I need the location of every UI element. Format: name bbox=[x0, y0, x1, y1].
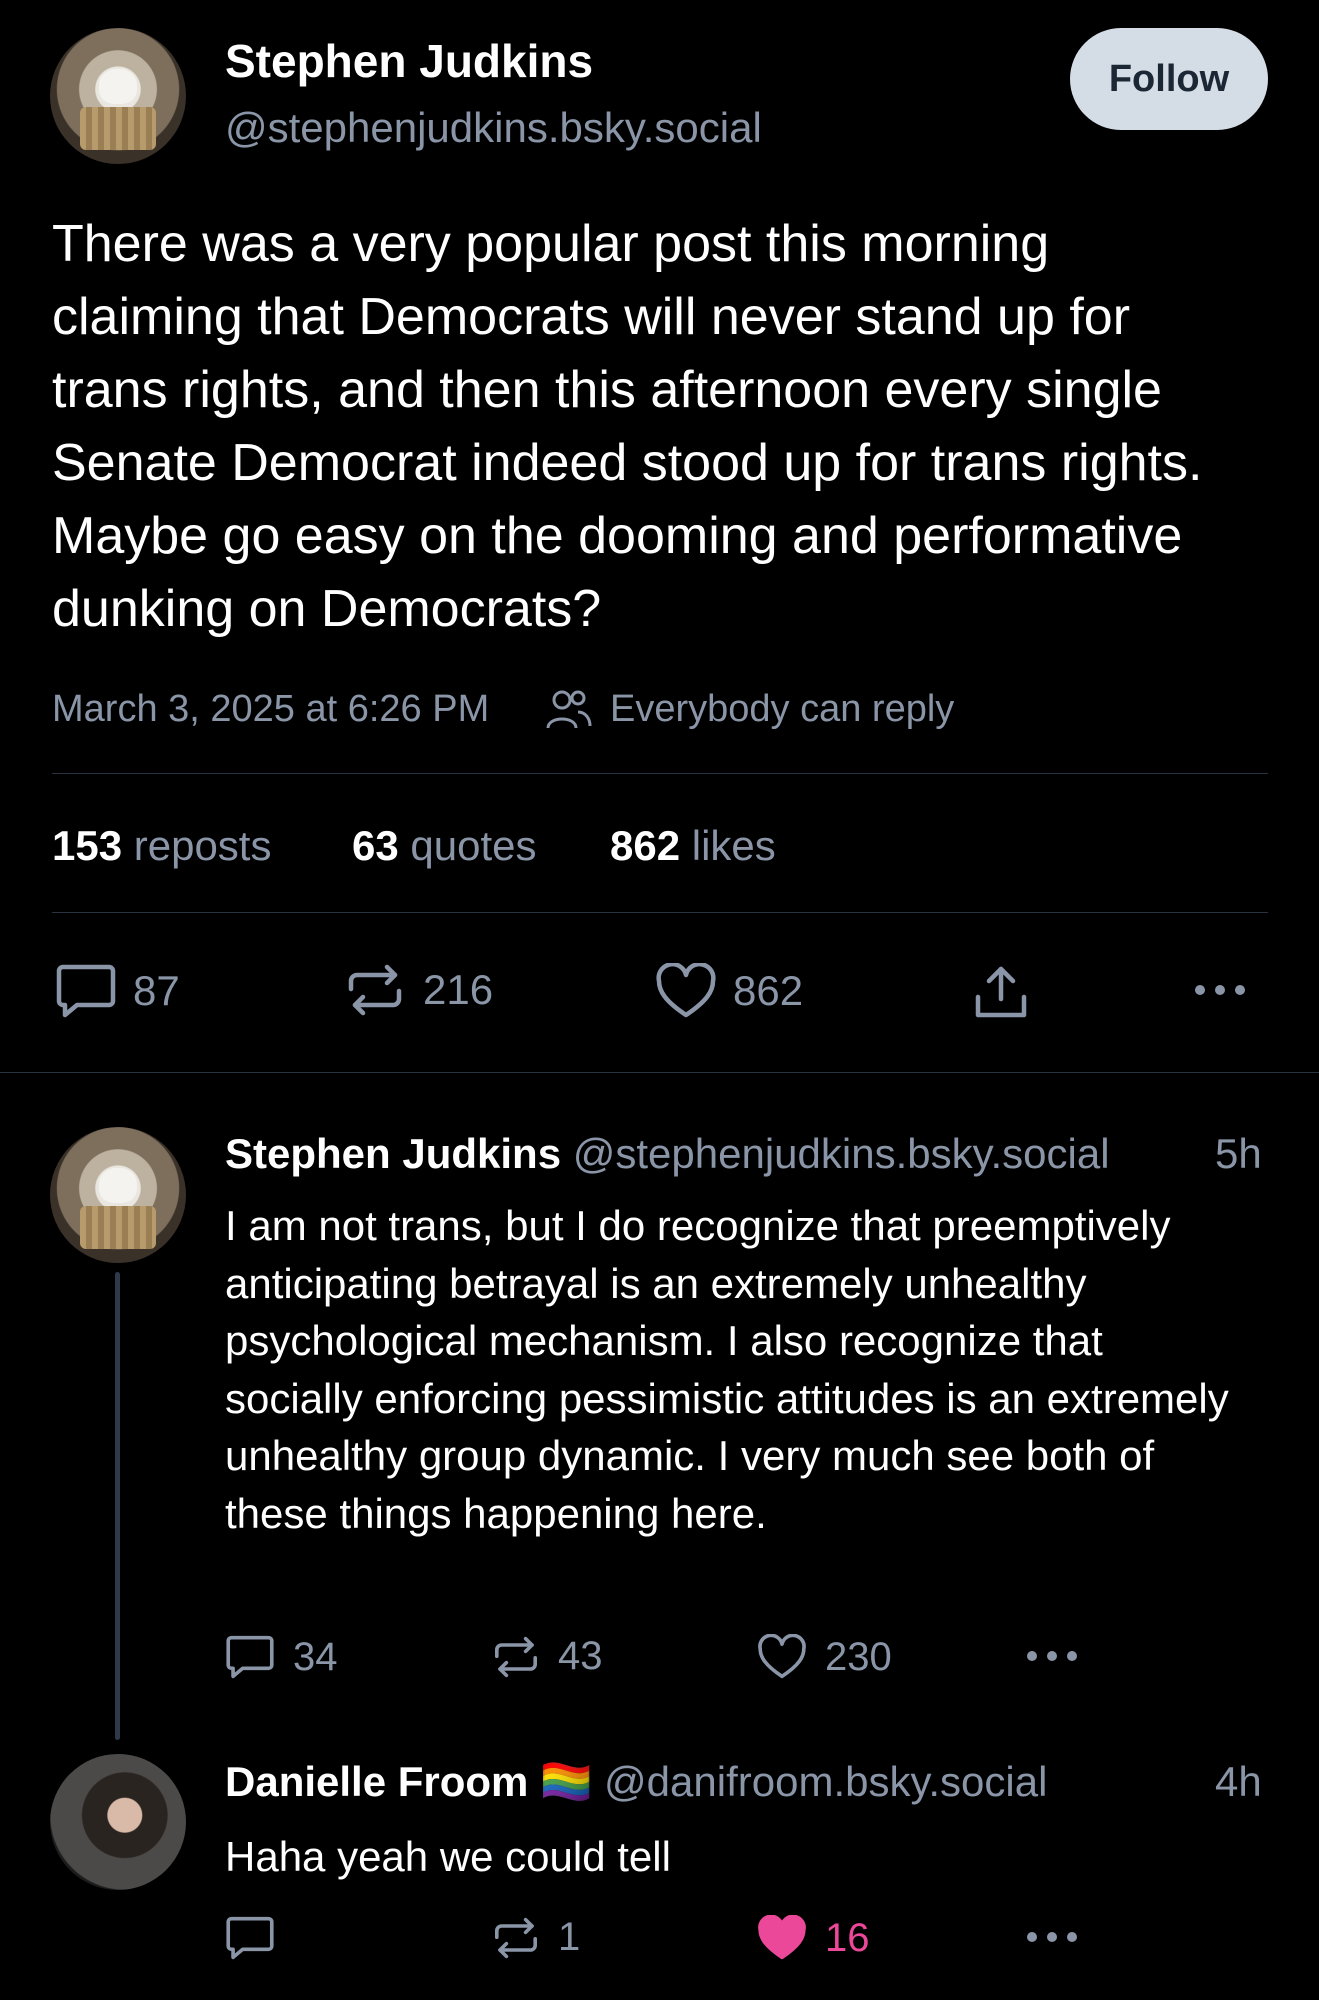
repost-button[interactable]: 216 bbox=[345, 963, 493, 1017]
pride-flag-icon: 🏳️‍🌈 bbox=[540, 1758, 593, 1805]
reply-avatar[interactable] bbox=[50, 1127, 186, 1263]
thread-line bbox=[115, 1272, 120, 1740]
reply-count: 87 bbox=[133, 967, 180, 1014]
reposts-stat-label: reposts bbox=[133, 822, 272, 869]
reply-avatar[interactable] bbox=[50, 1754, 186, 1890]
repost-icon bbox=[345, 963, 405, 1017]
reply-like-count: 16 bbox=[825, 1915, 870, 1960]
section-divider bbox=[0, 1072, 1319, 1073]
likes-stat-count: 862 bbox=[610, 822, 681, 869]
reply-header: Stephen Judkins @stephenjudkins.bsky.soc… bbox=[225, 1130, 1110, 1178]
likes-stat[interactable]: 862 likes bbox=[610, 822, 776, 870]
reply-author-name[interactable]: Danielle Froom bbox=[225, 1758, 528, 1805]
reply-text: I am not trans, but I do recognize that … bbox=[225, 1202, 1229, 1537]
reply-reply-count: 34 bbox=[293, 1634, 338, 1679]
author-avatar[interactable] bbox=[50, 28, 186, 164]
heart-icon bbox=[655, 963, 717, 1019]
heart-filled-icon bbox=[757, 1915, 807, 1961]
reply-like-button[interactable]: 230 bbox=[757, 1634, 892, 1680]
reply-header: Danielle Froom 🏳️‍🌈 @danifroom.bsky.soci… bbox=[225, 1758, 1047, 1807]
reply-like-button[interactable]: 16 bbox=[757, 1915, 870, 1961]
reposts-stat[interactable]: 153 reposts bbox=[52, 822, 271, 870]
divider bbox=[52, 773, 1268, 774]
post-timestamp: March 3, 2025 at 6:26 PM bbox=[52, 688, 490, 730]
quotes-stat-label: quotes bbox=[410, 822, 537, 869]
reply-author-handle[interactable]: @danifroom.bsky.social bbox=[604, 1758, 1047, 1805]
reply-icon bbox=[55, 963, 117, 1019]
divider bbox=[52, 912, 1268, 913]
quotes-stat[interactable]: 63 quotes bbox=[352, 822, 537, 870]
more-options-icon[interactable] bbox=[1024, 1927, 1080, 1947]
reply-reply-button[interactable]: 34 bbox=[225, 1634, 338, 1680]
like-button[interactable]: 862 bbox=[655, 963, 803, 1019]
reply-repost-count: 1 bbox=[558, 1915, 581, 1959]
reply-like-count: 230 bbox=[825, 1634, 892, 1679]
share-icon[interactable] bbox=[972, 963, 1030, 1021]
author-name[interactable]: Stephen Judkins bbox=[225, 34, 593, 88]
quotes-stat-count: 63 bbox=[352, 822, 399, 869]
reply-setting[interactable]: Everybody can reply bbox=[610, 688, 954, 731]
repost-icon bbox=[492, 1916, 540, 1960]
reply-icon bbox=[225, 1915, 275, 1961]
reply-repost-button[interactable]: 1 bbox=[492, 1915, 580, 1960]
reply-text: Haha yeah we could tell bbox=[225, 1833, 671, 1880]
reply-icon bbox=[225, 1634, 275, 1680]
repost-icon bbox=[492, 1635, 540, 1679]
reply-repost-button[interactable]: 43 bbox=[492, 1634, 603, 1679]
reply-button[interactable]: 87 bbox=[55, 963, 180, 1019]
reply-author-handle[interactable]: @stephenjudkins.bsky.social bbox=[573, 1130, 1110, 1177]
people-icon bbox=[545, 688, 593, 732]
reposts-stat-count: 153 bbox=[52, 822, 123, 869]
likes-stat-label: likes bbox=[691, 822, 776, 869]
more-options-icon[interactable] bbox=[1024, 1646, 1080, 1666]
post-text: There was a very popular post this morni… bbox=[52, 215, 1203, 638]
more-options-icon[interactable] bbox=[1192, 980, 1248, 1000]
reply-repost-count: 43 bbox=[558, 1634, 603, 1678]
follow-button[interactable]: Follow bbox=[1070, 28, 1268, 130]
reply-reply-button[interactable] bbox=[225, 1915, 293, 1961]
reply-author-name[interactable]: Stephen Judkins bbox=[225, 1130, 561, 1177]
author-handle[interactable]: @stephenjudkins.bsky.social bbox=[225, 104, 762, 152]
heart-icon bbox=[757, 1634, 807, 1680]
reply-time: 5h bbox=[1215, 1130, 1262, 1177]
repost-count: 216 bbox=[423, 966, 494, 1013]
like-count: 862 bbox=[733, 967, 804, 1014]
reply-time: 4h bbox=[1215, 1758, 1262, 1805]
